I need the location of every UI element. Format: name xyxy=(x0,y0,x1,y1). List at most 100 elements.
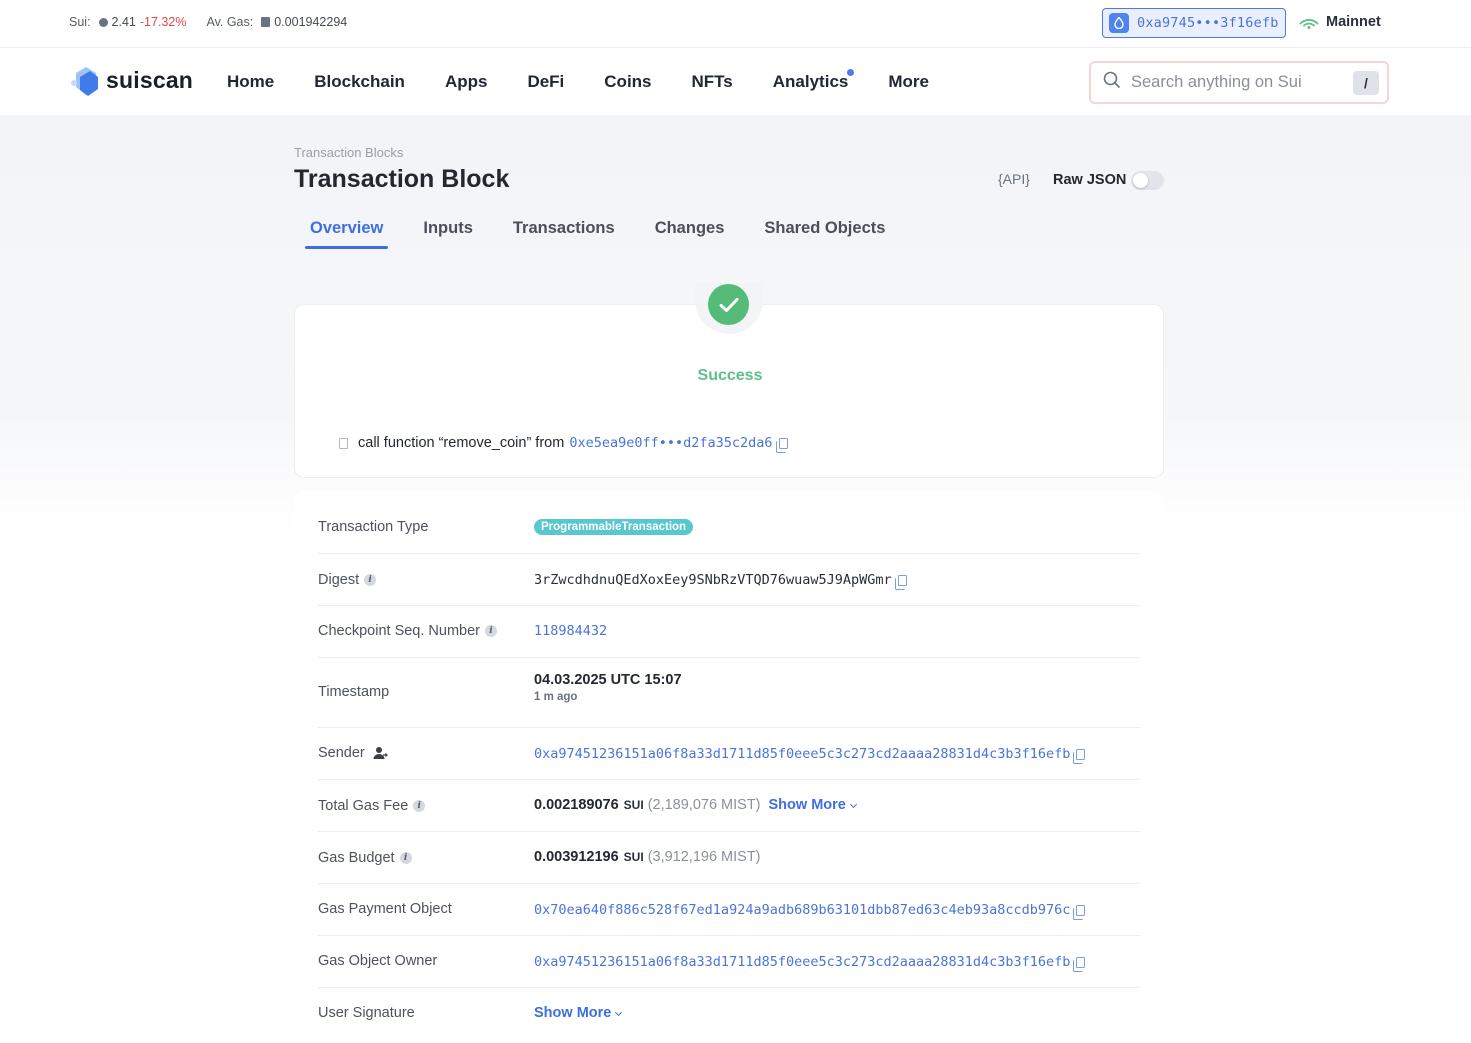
network-selector[interactable]: Mainnet xyxy=(1298,14,1381,30)
gas-object-owner-link[interactable]: 0xa97451236151a06f8a33d1711d85f0eee5c3c2… xyxy=(534,954,1070,970)
row-label: User Signature xyxy=(318,1005,415,1021)
wallet-button[interactable]: 0xa9745•••3f16efb xyxy=(1102,8,1286,38)
tab-bar: Overview Inputs Transactions Changes Sha… xyxy=(305,219,920,249)
gas-fee-mist: (2,189,076 MIST) xyxy=(647,797,761,813)
gas-budget-mist: (3,912,196 MIST) xyxy=(647,849,761,865)
row-label: Gas Object Owner xyxy=(318,953,438,969)
page-title: Transaction Block xyxy=(294,165,510,193)
digest-value: 3rZwcdhdnuQEdXoxEey9SNbRzVTQD76wuaw5J9Ap… xyxy=(534,572,892,588)
wallet-address: 0xa9745•••3f16efb xyxy=(1137,15,1279,31)
transaction-type-badge: ProgrammableTransaction xyxy=(534,519,694,535)
main-navigation: suiscan Home Blockchain Apps DeFi Coins … xyxy=(0,49,1471,115)
row-timestamp: Timestamp 04.03.2025 UTC 15:07 1 m ago xyxy=(318,658,1140,728)
network-name: Mainnet xyxy=(1326,14,1381,30)
search-input[interactable]: Search anything on Sui xyxy=(1131,73,1353,92)
nav-defi[interactable]: DeFi xyxy=(527,72,564,92)
new-indicator-dot xyxy=(847,69,855,76)
nav-more[interactable]: More xyxy=(888,72,929,92)
gas-budget-unit: SUI xyxy=(623,850,644,864)
nav-apps[interactable]: Apps xyxy=(445,72,488,92)
transaction-details: Transaction Type ProgrammableTransaction… xyxy=(294,491,1164,1043)
info-icon[interactable]: i xyxy=(485,625,497,637)
gas-label: Av. Gas: xyxy=(206,15,254,29)
info-icon[interactable]: i xyxy=(413,800,426,812)
tab-shared-objects[interactable]: Shared Objects xyxy=(759,219,890,248)
timestamp-relative: 1 m ago xyxy=(534,691,578,703)
total-gas-fee-value: 0.002189076 xyxy=(534,797,619,813)
search-box[interactable]: Search anything on Sui / xyxy=(1089,61,1389,104)
row-gas-object-owner: Gas Object Owner 0xa97451236151a06f8a33d… xyxy=(318,936,1140,988)
copy-icon[interactable] xyxy=(1073,904,1086,920)
tab-transactions[interactable]: Transactions xyxy=(508,219,620,248)
call-text: call function “remove_coin” from xyxy=(358,435,565,451)
gas-pump-icon xyxy=(261,17,271,27)
info-icon[interactable]: i xyxy=(364,574,377,586)
sui-price: 2.41 xyxy=(111,15,136,29)
row-total-gas-fee: Total Gas Fee i 0.002189076 SUI (2,189,07… xyxy=(318,780,1140,832)
timestamp-value: 04.03.2025 UTC 15:07 xyxy=(534,672,682,688)
status-label: Success xyxy=(697,367,763,384)
row-label: Gas Payment Object xyxy=(318,901,452,917)
show-more-label: Show More xyxy=(768,797,846,813)
gas-value: 0.001942294 xyxy=(274,15,348,29)
sui-drop-icon xyxy=(1109,13,1129,33)
nav-coins[interactable]: Coins xyxy=(604,72,651,92)
network-signal-icon xyxy=(1298,15,1320,29)
copy-icon[interactable] xyxy=(894,574,907,590)
chevron-down-icon xyxy=(849,800,857,809)
package-address-link[interactable]: 0xe5ea9e0ff•••d2fa35c2da6 xyxy=(569,435,772,451)
row-checkpoint: Checkpoint Seq. Number i 118984432 xyxy=(318,606,1140,658)
row-user-signature: User Signature Show More xyxy=(318,988,1140,1040)
row-label: Sender xyxy=(318,745,365,761)
logo-mark-icon xyxy=(70,65,100,96)
page-content: Transaction Blocks Transaction Block {AP… xyxy=(0,115,1471,1043)
nav-home[interactable]: Home xyxy=(227,72,274,92)
row-sender: Sender 0xa97451236151a06f8a33d1711d85f0e… xyxy=(318,728,1140,780)
nav-nfts[interactable]: NFTs xyxy=(692,72,733,92)
info-icon[interactable]: i xyxy=(399,852,412,864)
copy-icon[interactable] xyxy=(775,437,788,453)
search-shortcut-key: / xyxy=(1353,70,1379,95)
signature-show-more-button[interactable]: Show More xyxy=(534,1005,623,1021)
gas-budget-value: 0.003912196 xyxy=(534,849,619,865)
row-label: Gas Budget xyxy=(318,850,395,866)
gas-payment-object-link[interactable]: 0x70ea640f886c528f67ed1a924a9adb689b6310… xyxy=(534,902,1070,918)
top-bar: Sui: 2.41 -17.32% Av. Gas: 0.001942294 0… xyxy=(0,0,1471,48)
copy-icon[interactable] xyxy=(1073,956,1086,972)
nav-blockchain[interactable]: Blockchain xyxy=(314,72,405,92)
row-label: Timestamp xyxy=(318,684,390,700)
tab-changes[interactable]: Changes xyxy=(650,219,730,248)
gas-fee-show-more-button[interactable]: Show More xyxy=(768,797,857,813)
raw-json-toggle[interactable] xyxy=(1131,171,1164,190)
nav-analytics[interactable]: Analytics xyxy=(772,69,855,92)
breadcrumb[interactable]: Transaction Blocks xyxy=(294,145,403,160)
chevron-down-icon xyxy=(615,1008,623,1017)
document-icon xyxy=(339,437,348,449)
row-label: Checkpoint Seq. Number xyxy=(318,623,480,639)
checkpoint-link[interactable]: 118984432 xyxy=(534,623,607,639)
row-label: Digest xyxy=(318,572,360,588)
sui-coin-icon xyxy=(98,17,108,27)
api-link[interactable]: {API} xyxy=(998,171,1030,187)
tab-inputs[interactable]: Inputs xyxy=(418,219,478,248)
row-label: Transaction Type xyxy=(318,519,429,535)
call-summary: call function “remove_coin” from 0xe5ea9… xyxy=(339,435,788,453)
nav-analytics-label: Analytics xyxy=(772,72,849,91)
row-gas-payment-object: Gas Payment Object 0x70ea640f886c528f67e… xyxy=(318,884,1140,936)
suiscan-logo[interactable]: suiscan xyxy=(70,65,194,96)
show-more-label: Show More xyxy=(534,1005,612,1021)
logo-text: suiscan xyxy=(106,66,194,93)
row-gas-budget: Gas Budget i 0.003912196 SUI (3,912,196 M… xyxy=(318,832,1140,884)
search-icon xyxy=(1103,71,1121,94)
user-send-icon xyxy=(373,746,389,760)
nav-menu: Home Blockchain Apps DeFi Coins NFTs Ana… xyxy=(227,69,969,92)
row-label: Total Gas Fee xyxy=(318,798,409,814)
sui-price-label: Sui: xyxy=(69,15,91,29)
tab-overview[interactable]: Overview xyxy=(305,219,389,249)
sui-price-change: -17.32% xyxy=(139,15,187,29)
sender-address-link[interactable]: 0xa97451236151a06f8a33d1711d85f0eee5c3c2… xyxy=(534,746,1070,762)
market-stats: Sui: 2.41 -17.32% Av. Gas: 0.001942294 xyxy=(69,15,347,29)
row-digest: Digest i 3rZwcdhdnuQEdXoxEey9SNbRzVTQD76w… xyxy=(318,554,1140,606)
success-check-icon xyxy=(708,284,749,325)
copy-icon[interactable] xyxy=(1073,748,1086,764)
